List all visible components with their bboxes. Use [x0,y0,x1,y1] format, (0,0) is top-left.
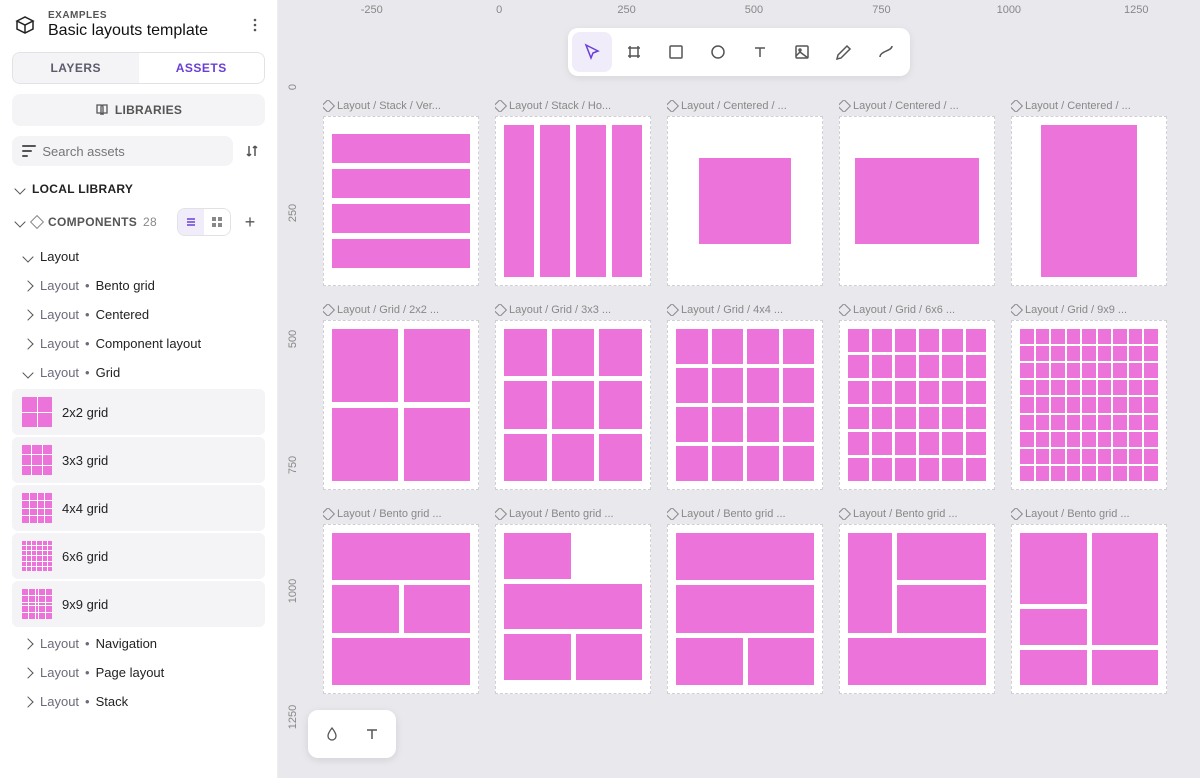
tree-centered[interactable]: Layout•Centered [0,300,277,329]
components-header[interactable]: COMPONENTS 28 [16,215,169,229]
tree-page-layout[interactable]: Layout•Page layout [0,658,277,687]
frame-grid-6x6[interactable]: Layout / Grid / 6x6 ... [839,304,995,490]
tree-9x9-grid[interactable]: 9x9 grid [12,581,265,627]
tool-ellipse[interactable] [698,32,738,72]
frame-bento-5[interactable]: Layout / Bento grid ... [1011,508,1167,694]
tree-bento[interactable]: Layout•Bento grid [0,271,277,300]
grid-thumb-icon [22,589,52,619]
app-logo-icon[interactable] [12,12,38,38]
view-grid-button[interactable] [204,209,230,235]
tool-text[interactable] [740,32,780,72]
chevron-right-icon [22,280,33,291]
breadcrumb[interactable]: EXAMPLES [48,10,235,21]
component-icon [495,100,507,112]
tree-navigation[interactable]: Layout•Navigation [0,629,277,658]
grid-thumb-icon [22,541,52,571]
sidebar: EXAMPLES Basic layouts template LAYERS A… [0,0,278,778]
tool-rectangle[interactable] [656,32,696,72]
search-input[interactable] [42,144,223,159]
component-icon [30,215,44,229]
component-tree: Layout Layout•Bento grid Layout•Centered… [0,242,277,778]
tree-stack[interactable]: Layout•Stack [0,687,277,716]
frame-centered-square[interactable]: Layout / Centered / ... [667,100,823,286]
local-library-header[interactable]: LOCAL LIBRARY [0,176,277,202]
ruler-horizontal: -250 0 250 500 750 1000 1250 [278,0,1200,22]
frame-grid-3x3[interactable]: Layout / Grid / 3x3 ... [495,304,651,490]
chevron-right-icon [22,338,33,349]
sidebar-header: EXAMPLES Basic layouts template [0,0,277,48]
frame-bento-4[interactable]: Layout / Bento grid ... [839,508,995,694]
add-component-button[interactable]: + [239,211,261,233]
tab-layers[interactable]: LAYERS [13,53,139,83]
frame-stack-vertical[interactable]: Layout / Stack / Ver... [323,100,479,286]
component-icon [1011,100,1023,112]
chevron-down-icon [22,367,33,378]
tool-image[interactable] [782,32,822,72]
component-icon [495,508,507,520]
tool-curve[interactable] [866,32,906,72]
component-icon [1011,304,1023,316]
filter-icon [22,143,36,159]
main-toolbar [568,28,910,76]
page-title[interactable]: Basic layouts template [48,22,235,40]
more-menu-button[interactable] [245,15,265,35]
tab-assets[interactable]: ASSETS [139,53,265,83]
tree-4x4-grid[interactable]: 4x4 grid [12,485,265,531]
frame-bento-1[interactable]: Layout / Bento grid ... [323,508,479,694]
chevron-right-icon [22,696,33,707]
search-input-container[interactable] [12,136,233,166]
frame-bento-2[interactable]: Layout / Bento grid ... [495,508,651,694]
grid-thumb-icon [22,493,52,523]
frame-centered-portrait[interactable]: Layout / Centered / ... [1011,100,1167,286]
component-icon [839,508,851,520]
tool-pen[interactable] [824,32,864,72]
libraries-button[interactable]: LIBRARIES [12,94,265,126]
component-icon [839,304,851,316]
frame-bento-3[interactable]: Layout / Bento grid ... [667,508,823,694]
ruler-vertical: 0 250 500 750 1000 1250 [278,22,308,778]
frame-centered-landscape[interactable]: Layout / Centered / ... [839,100,995,286]
component-icon [839,100,851,112]
floating-toolbar [308,710,396,758]
chevron-right-icon [22,667,33,678]
tree-component-layout[interactable]: Layout•Component layout [0,329,277,358]
component-icon [323,508,335,520]
frame-grid-9x9[interactable]: Layout / Grid / 9x9 ... [1011,304,1167,490]
tree-layout[interactable]: Layout [0,242,277,271]
frame-stack-horizontal[interactable]: Layout / Stack / Ho... [495,100,651,286]
tool-drop[interactable] [314,716,350,752]
component-icon [323,304,335,316]
components-count: 28 [143,215,157,229]
frame-grid-2x2[interactable]: Layout / Grid / 2x2 ... [323,304,479,490]
tree-3x3-grid[interactable]: 3x3 grid [12,437,265,483]
book-icon [95,103,109,117]
view-toggle [177,208,231,236]
component-icon [1011,508,1023,520]
sidebar-tabs: LAYERS ASSETS [12,52,265,84]
tree-2x2-grid[interactable]: 2x2 grid [12,389,265,435]
frame-grid-4x4[interactable]: Layout / Grid / 4x4 ... [667,304,823,490]
tree-grid[interactable]: Layout•Grid [0,358,277,387]
chevron-right-icon [22,309,33,320]
grid-thumb-icon [22,397,52,427]
tool-select[interactable] [572,32,612,72]
chevron-right-icon [22,638,33,649]
tool-text-float[interactable] [354,716,390,752]
component-icon [495,304,507,316]
component-icon [667,100,679,112]
component-icon [323,100,335,112]
tool-frame[interactable] [614,32,654,72]
component-icon [667,304,679,316]
tree-6x6-grid[interactable]: 6x6 grid [12,533,265,579]
chevron-down-icon [14,216,25,227]
chevron-down-icon [14,183,25,194]
canvas[interactable]: -250 0 250 500 750 1000 1250 0 250 500 7… [278,0,1200,778]
view-list-button[interactable] [178,209,204,235]
chevron-down-icon [22,251,33,262]
component-icon [667,508,679,520]
grid-thumb-icon [22,445,52,475]
sort-button[interactable] [239,138,265,164]
